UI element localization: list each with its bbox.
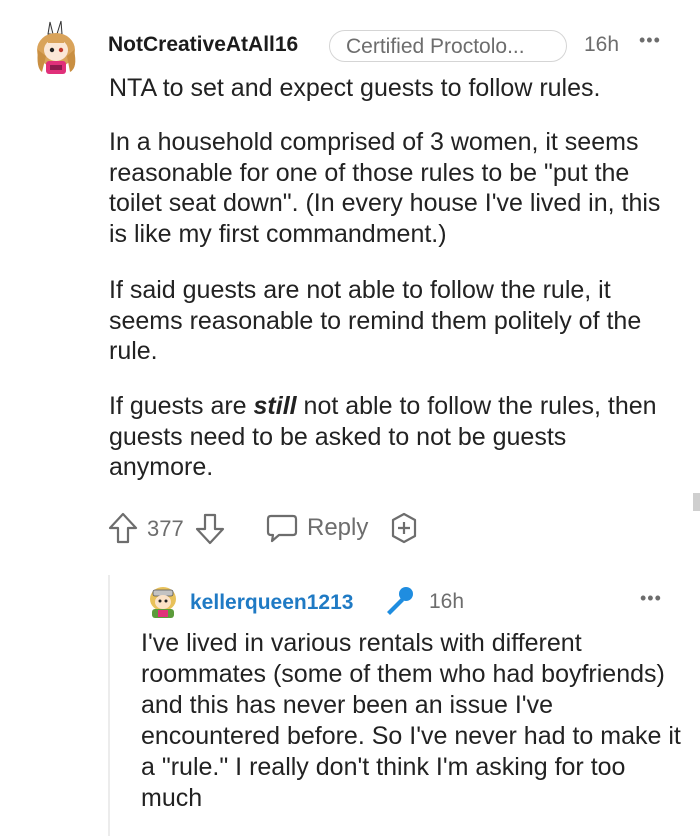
avatar[interactable] <box>34 20 82 78</box>
emphasis-text: still <box>253 392 297 420</box>
vote-count: 377 <box>147 516 184 541</box>
reply-author[interactable]: kellerqueen1213 <box>190 591 353 615</box>
downvote-icon[interactable] <box>195 513 225 545</box>
comment-paragraph: In a household comprised of 3 women, it … <box>109 128 661 248</box>
comment-timestamp: 16h <box>584 33 620 56</box>
more-options-button[interactable]: ••• <box>640 588 662 609</box>
comment-author[interactable]: NotCreativeAtAll16 <box>108 33 298 57</box>
microphone-icon <box>387 587 413 615</box>
award-icon[interactable] <box>388 512 420 544</box>
comment-paragraph: NTA to set and expect guests to follow r… <box>109 74 601 102</box>
upvote-icon[interactable] <box>108 512 138 544</box>
avatar[interactable] <box>144 582 182 620</box>
reply-timestamp: 16h <box>429 590 465 613</box>
reply-body: I've lived in various rentals with diffe… <box>141 629 681 812</box>
comment-paragraph: If said guests are not able to follow th… <box>109 276 642 365</box>
paragraph-text: If guests are <box>109 392 254 420</box>
reply-button[interactable]: Reply <box>307 514 368 542</box>
avatar-bunny-icon <box>37 20 76 74</box>
more-options-button[interactable]: ••• <box>639 30 661 51</box>
user-flair: Certified Proctolo... <box>329 30 567 62</box>
thread-line[interactable] <box>108 575 110 836</box>
comment-paragraph: If guests are still not able to follow t… <box>109 391 675 483</box>
avatar-knight-icon <box>150 587 176 618</box>
reply-icon[interactable] <box>266 513 298 543</box>
scrollbar-thumb[interactable] <box>693 493 700 511</box>
